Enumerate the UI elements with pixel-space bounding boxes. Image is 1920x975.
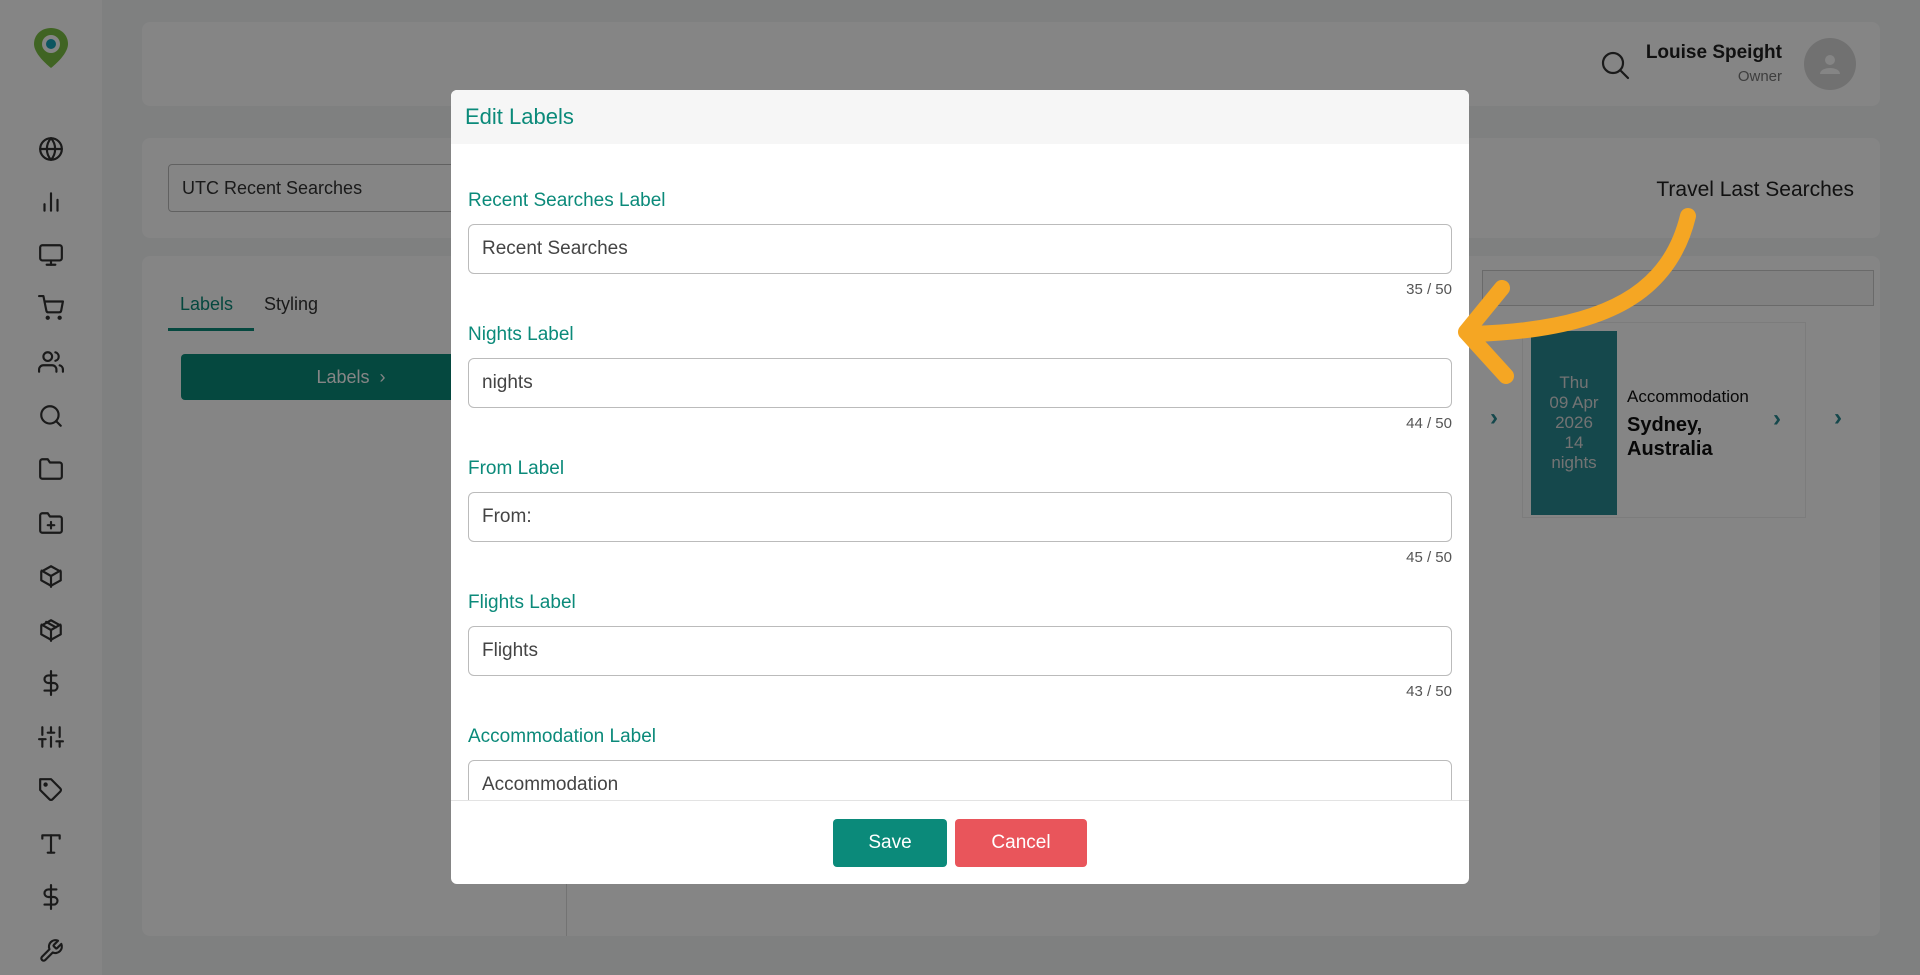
flights-input[interactable] [468, 626, 1452, 676]
from-input[interactable] [468, 492, 1452, 542]
field-label: Nights Label [468, 324, 574, 345]
accommodation-input[interactable] [468, 760, 1452, 800]
field-accommodation: Accommodation Label [468, 726, 1452, 800]
field-recent-searches: Recent Searches Label 35 / 50 [468, 190, 1452, 298]
field-label: Accommodation Label [468, 726, 656, 747]
char-count: 35 / 50 [1406, 281, 1452, 298]
save-button[interactable]: Save [833, 819, 947, 867]
annotation-arrow-icon [1458, 208, 1696, 384]
cancel-button[interactable]: Cancel [955, 819, 1087, 867]
field-label: Flights Label [468, 592, 576, 613]
recent-searches-input[interactable] [468, 224, 1452, 274]
modal-footer: Save Cancel [451, 800, 1469, 884]
nights-input[interactable] [468, 358, 1452, 408]
char-count: 44 / 50 [1406, 415, 1452, 432]
char-count: 43 / 50 [1406, 683, 1452, 700]
field-label: From Label [468, 458, 565, 479]
field-nights: Nights Label 44 / 50 [468, 324, 1452, 432]
edit-labels-modal: Edit Labels Recent Searches Label 35 / 5… [451, 90, 1469, 884]
modal-body[interactable]: Recent Searches Label 35 / 50 Nights Lab… [451, 144, 1469, 800]
field-flights: Flights Label 43 / 50 [468, 592, 1452, 700]
modal-title: Edit Labels [451, 90, 1469, 144]
field-from: From Label 45 / 50 [468, 458, 1452, 566]
field-label: Recent Searches Label [468, 190, 666, 211]
char-count: 45 / 50 [1406, 549, 1452, 566]
